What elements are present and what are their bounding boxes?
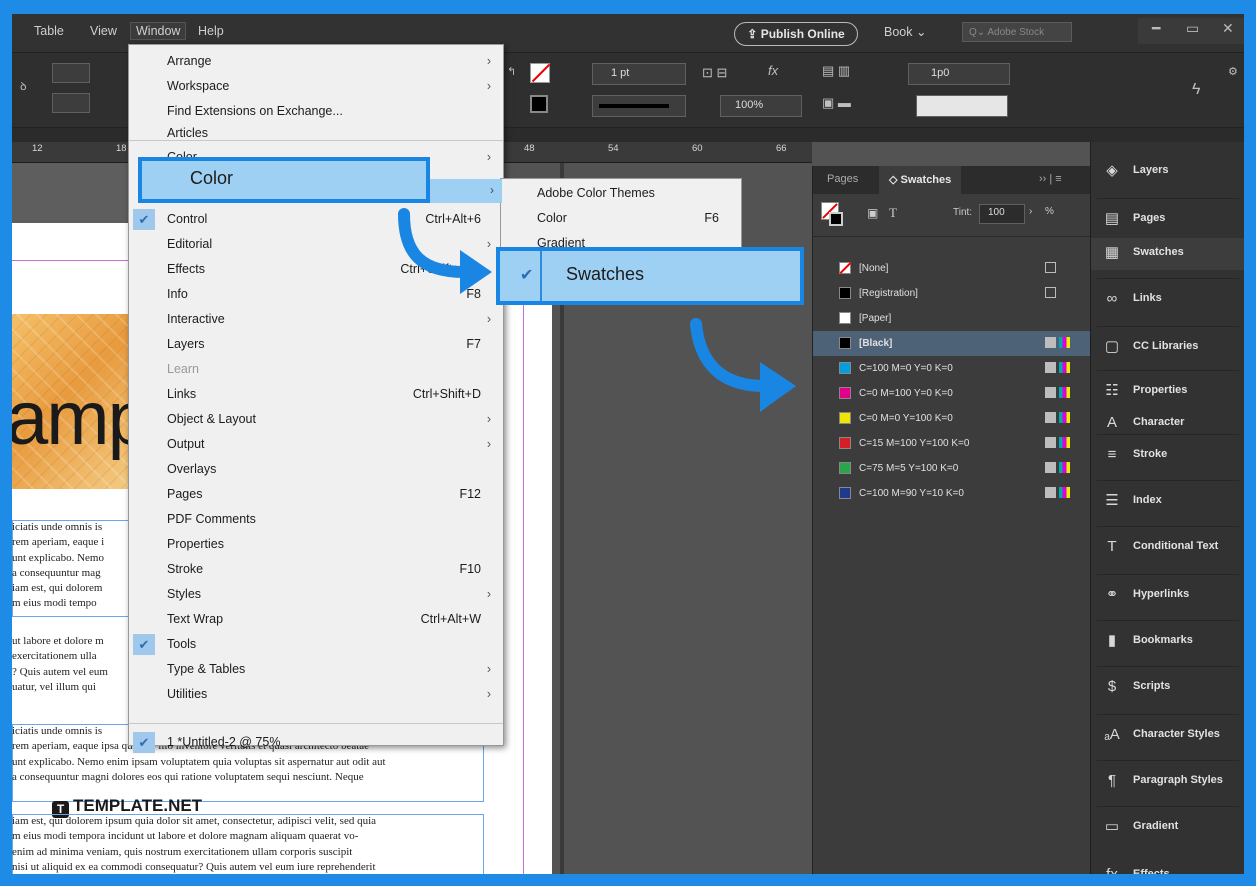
arrow-to-swatches-submenu [398,208,470,278]
arrow-head [460,250,492,294]
arrow-to-swatches-panel [690,318,770,392]
arrow-head [760,362,796,412]
indesign-window: Table View Window Help ⇪ Publish Online … [12,14,1244,874]
screenshot-frame: Table View Window Help ⇪ Publish Online … [0,0,1256,886]
tutorial-arrows [398,208,796,412]
